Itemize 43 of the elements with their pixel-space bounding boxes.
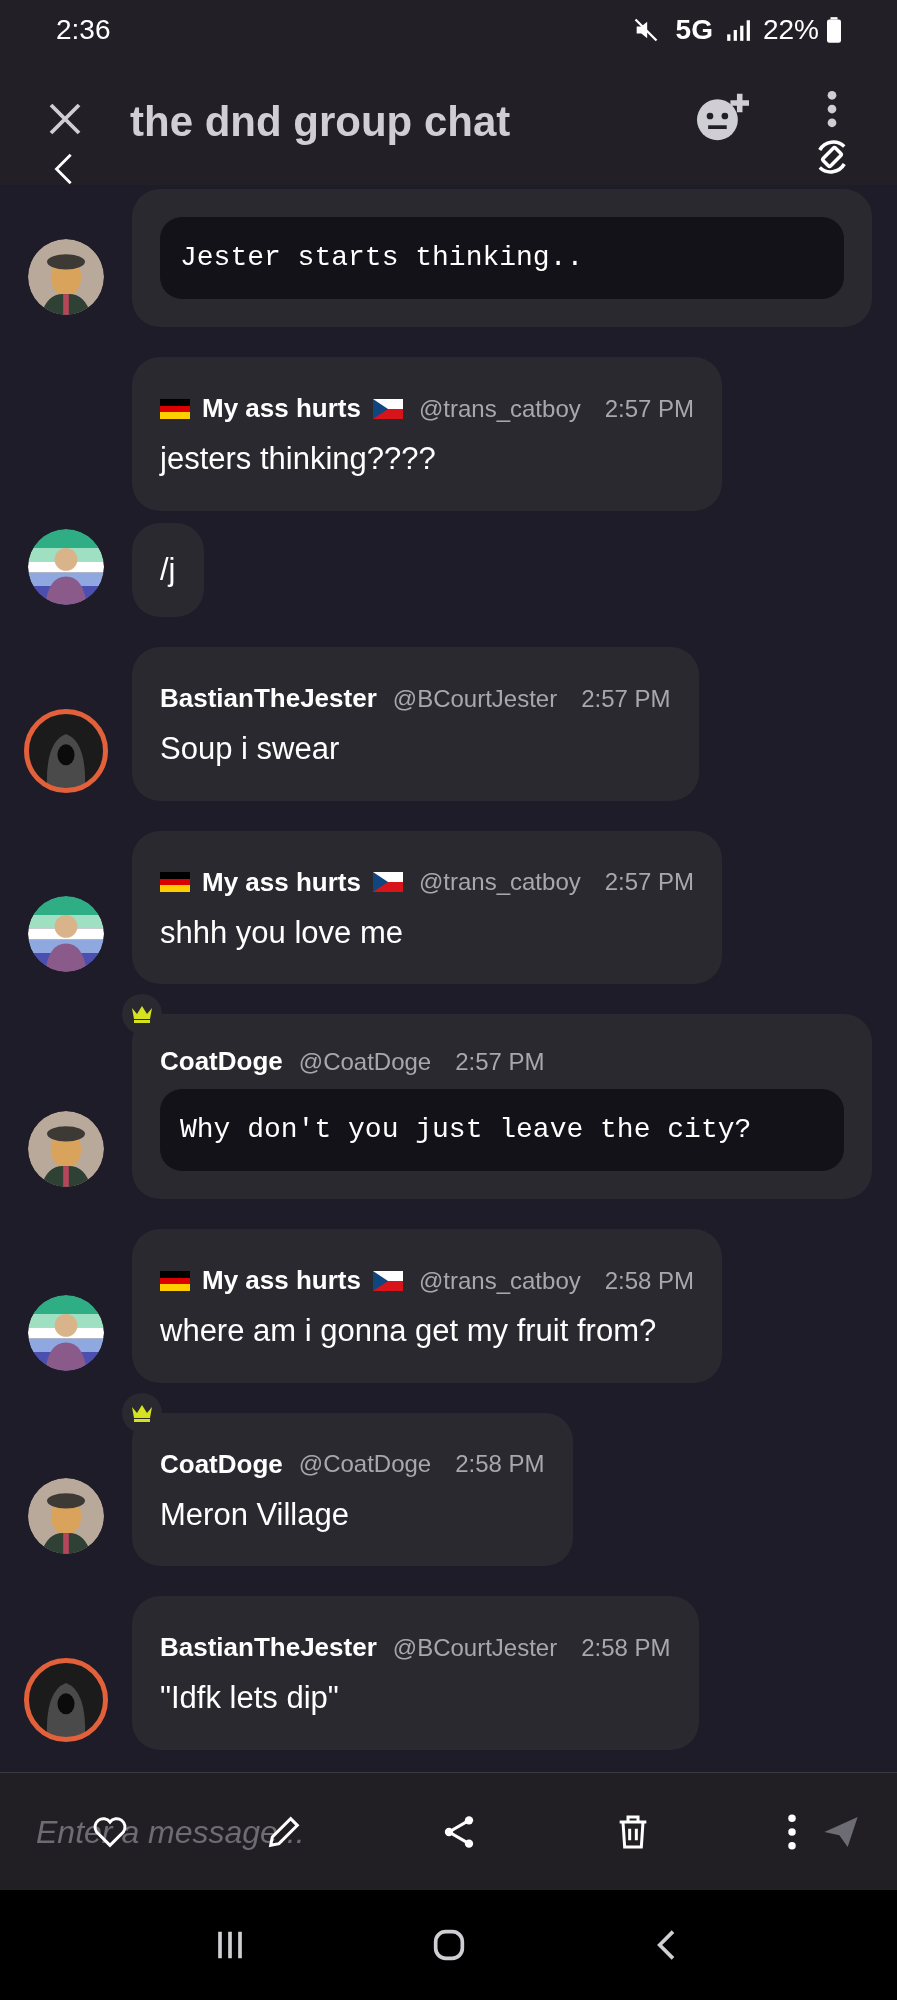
battery-icon	[827, 17, 841, 43]
message-text: Meron Village	[160, 1495, 350, 1534]
message-time: 2:57 PM	[604, 867, 695, 897]
sender-name: CoatDoge	[160, 1045, 283, 1078]
sender-handle: @trans_catboy	[418, 393, 581, 424]
sender-handle: @BCourtJester	[392, 683, 558, 714]
sender-name: My ass hurts	[202, 865, 361, 899]
battery-level: 22%	[762, 13, 819, 47]
message-text: where am i gonna get my fruit from?	[160, 1312, 658, 1350]
message-time: 2:58 PM	[581, 1632, 671, 1663]
signal-icon	[724, 17, 751, 43]
sender-name: CoatDoge	[160, 1447, 283, 1481]
sender-handle: @trans_catboy	[418, 1265, 581, 1296]
flag-icon	[160, 1270, 190, 1291]
flag-icon	[372, 398, 403, 419]
code-block: Why don't you just leave the city?	[160, 1089, 844, 1171]
flag-icon	[372, 872, 403, 892]
message-time: 2:57 PM	[581, 683, 671, 714]
message-text: shhh you love me	[160, 913, 404, 952]
chat-title: the dnd group chat	[130, 98, 511, 146]
message-text: /j	[160, 550, 176, 589]
status-time: 2:36	[56, 13, 111, 47]
network-label: 5G	[675, 13, 713, 47]
flag-icon	[160, 872, 190, 892]
message-time: 2:58 PM	[455, 1449, 545, 1479]
message-time: 2:57 PM	[455, 1046, 545, 1077]
code-block: Jester starts thinking..	[160, 217, 844, 299]
sender-name: My ass hurts	[202, 1264, 361, 1297]
sender-handle: @CoatDoge	[298, 1046, 432, 1077]
sender-handle: @BCourtJester	[392, 1632, 558, 1663]
message-text: Soup i swear	[160, 730, 341, 768]
sender-handle: @trans_catboy	[418, 867, 581, 897]
message-time: 2:58 PM	[604, 1265, 695, 1296]
sender-handle: @CoatDoge	[298, 1449, 432, 1479]
sender-name: BastianTheJester	[160, 1631, 377, 1664]
sender-name: My ass hurts	[202, 392, 361, 425]
sender-name: BastianTheJester	[160, 682, 377, 715]
more-icon[interactable]	[827, 90, 837, 128]
message-text: "Idfk lets dip"	[160, 1679, 340, 1717]
flag-icon	[372, 1270, 403, 1291]
message-text: jesters thinking????	[160, 440, 437, 478]
message-time: 2:57 PM	[604, 393, 695, 424]
flag-icon	[160, 398, 190, 419]
